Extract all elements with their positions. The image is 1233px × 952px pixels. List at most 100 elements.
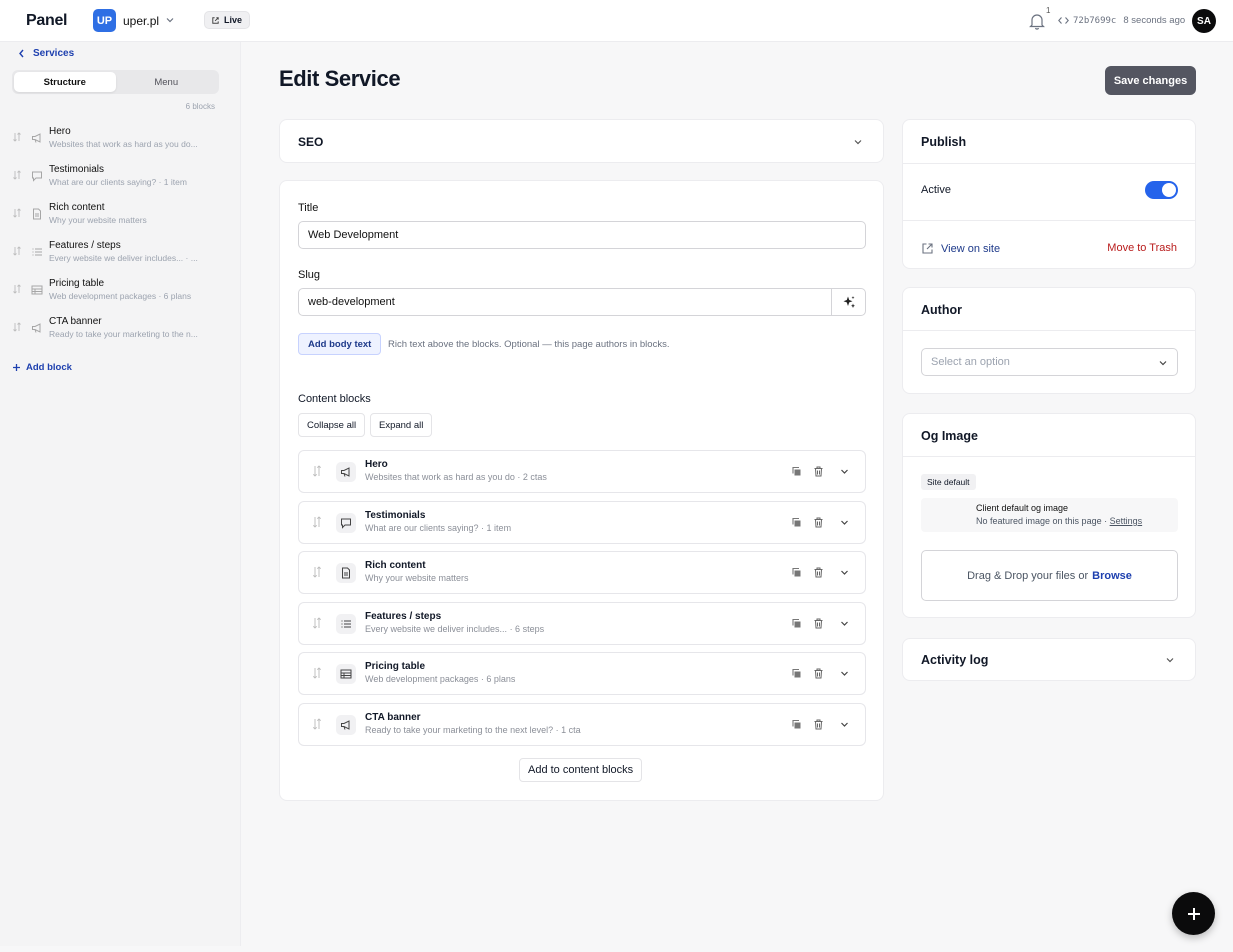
slug-input[interactable]: web-development	[298, 288, 866, 316]
duplicate-icon[interactable]	[791, 517, 802, 528]
notification-count: 1	[1046, 6, 1051, 15]
active-toggle[interactable]	[1145, 181, 1178, 199]
drag-handle-icon[interactable]	[311, 667, 323, 679]
settings-link[interactable]: Settings	[1110, 516, 1143, 526]
list-item[interactable]: Features / steps Every website we delive…	[0, 236, 241, 274]
drag-handle-icon[interactable]	[12, 322, 22, 332]
trash-icon[interactable]	[813, 466, 824, 477]
trash-icon[interactable]	[813, 567, 824, 578]
block-subtitle: What are our clients saying? · 1 item	[365, 522, 512, 533]
file-dropzone[interactable]: Drag & Drop your files or Browse	[921, 550, 1178, 601]
drag-handle-icon[interactable]	[311, 515, 323, 528]
content-block[interactable]: Testimonials What are our clients saying…	[298, 500, 866, 544]
list-item-subtitle: Ready to take your marketing to the n...	[49, 329, 198, 339]
seo-section[interactable]: SEO	[279, 119, 884, 163]
block-subtitle: Every website we deliver includes... · 6…	[365, 623, 545, 634]
collapse-all-button[interactable]: Collapse all	[298, 413, 366, 437]
activity-log-section[interactable]: Activity log	[902, 638, 1196, 681]
bell-icon[interactable]	[1029, 12, 1045, 30]
block-title: CTA banner	[365, 711, 421, 723]
chevron-down-icon[interactable]	[165, 15, 175, 25]
tab-menu[interactable]: Menu	[116, 72, 218, 92]
trash-icon[interactable]	[813, 517, 824, 528]
drag-handle-icon[interactable]	[12, 170, 22, 180]
plus-icon	[13, 364, 20, 371]
drag-handle-icon[interactable]	[311, 465, 323, 477]
add-fab-button[interactable]	[1172, 892, 1215, 935]
list-item[interactable]: Pricing table Web development packages ·…	[0, 274, 241, 312]
drag-handle-icon[interactable]	[12, 246, 22, 256]
back-to-services-link[interactable]: Services	[18, 48, 74, 59]
expand-all-button[interactable]: Expand all	[370, 413, 433, 437]
browse-link[interactable]: Browse	[1092, 570, 1132, 582]
og-info-title: Client default og image	[976, 503, 1069, 513]
drag-handle-icon[interactable]	[311, 566, 323, 578]
content-block[interactable]: Pricing table Web development packages ·…	[298, 652, 866, 695]
add-body-text-button[interactable]: Add body text	[298, 333, 382, 355]
block-type-badge	[336, 714, 356, 735]
sidebar: Services Structure Menu 6 blocks Hero We…	[0, 42, 241, 946]
site-avatar[interactable]: UP	[93, 9, 116, 32]
move-to-trash-link[interactable]: Move to Trash	[1107, 242, 1177, 254]
live-site-button[interactable]: Live	[204, 11, 251, 29]
list-item[interactable]: Rich content Why your website matters	[0, 198, 241, 236]
content-block[interactable]: CTA banner Ready to take your marketing …	[298, 702, 866, 746]
list-icon	[341, 620, 351, 627]
list-item[interactable]: Hero Websites that work as hard as you d…	[0, 122, 241, 160]
duplicate-icon[interactable]	[791, 466, 802, 477]
chevron-down-icon[interactable]	[853, 137, 863, 147]
site-switcher-label[interactable]: uper.pl	[123, 14, 159, 28]
drag-handle-icon[interactable]	[12, 132, 22, 142]
megaphone-icon	[32, 133, 41, 143]
author-select[interactable]: Select an option	[921, 348, 1178, 376]
list-item-title: Hero	[49, 126, 71, 137]
block-title: Testimonials	[365, 509, 426, 521]
content-block[interactable]: Rich content Why your website matters	[298, 551, 866, 594]
block-type-badge	[336, 512, 356, 533]
list-item[interactable]: CTA banner Ready to take your marketing …	[0, 312, 241, 350]
user-avatar[interactable]: SA	[1192, 9, 1216, 33]
og-info-detail: No featured image on this page · Setting…	[976, 516, 1142, 526]
deploy-status: 72b7699c 8 seconds ago	[1058, 15, 1185, 26]
duplicate-icon[interactable]	[791, 719, 802, 730]
view-on-site-label: View on site	[941, 242, 1001, 255]
block-title: Features / steps	[365, 610, 442, 622]
add-block-button[interactable]: Add block	[12, 362, 72, 373]
duplicate-icon[interactable]	[791, 618, 802, 629]
block-subtitle: Websites that work as hard as you do · 2…	[365, 472, 547, 482]
trash-icon[interactable]	[813, 668, 824, 679]
chevron-down-icon[interactable]	[839, 719, 850, 730]
title-input[interactable]: Web Development	[298, 221, 866, 249]
drag-handle-icon[interactable]	[311, 717, 323, 730]
drag-handle-icon[interactable]	[12, 284, 22, 294]
chevron-down-icon[interactable]	[839, 466, 850, 477]
duplicate-icon[interactable]	[791, 567, 802, 578]
view-on-site-link[interactable]: View on site	[921, 242, 1000, 255]
brand-logo[interactable]: Panel	[26, 12, 68, 30]
generate-slug-button[interactable]	[831, 288, 865, 316]
add-to-content-blocks-button[interactable]: Add to content blocks	[519, 758, 643, 782]
trash-icon[interactable]	[813, 719, 824, 730]
trash-icon[interactable]	[813, 618, 824, 629]
active-label: Active	[921, 184, 951, 196]
chevron-left-icon	[19, 49, 24, 58]
chevron-down-icon[interactable]	[839, 668, 850, 679]
chevron-down-icon[interactable]	[839, 618, 850, 629]
list-item[interactable]: Testimonials What are our clients saying…	[0, 160, 241, 198]
drag-handle-icon[interactable]	[12, 208, 22, 218]
content-block[interactable]: Features / steps Every website we delive…	[298, 601, 866, 645]
content-block[interactable]: Hero Websites that work as hard as you d…	[298, 450, 866, 493]
table-icon	[31, 285, 43, 295]
activity-log-title: Activity log	[921, 653, 989, 667]
code-icon	[1058, 17, 1069, 24]
duplicate-icon[interactable]	[791, 668, 802, 679]
tab-structure[interactable]: Structure	[14, 72, 116, 92]
chevron-down-icon[interactable]	[1165, 655, 1175, 665]
save-changes-button[interactable]: Save changes	[1105, 66, 1196, 95]
chevron-down-icon[interactable]	[839, 517, 850, 528]
drag-handle-icon[interactable]	[311, 616, 323, 629]
table-icon	[340, 669, 352, 679]
external-link-icon	[922, 243, 933, 254]
megaphone-icon	[32, 323, 41, 333]
chevron-down-icon[interactable]	[839, 567, 850, 578]
